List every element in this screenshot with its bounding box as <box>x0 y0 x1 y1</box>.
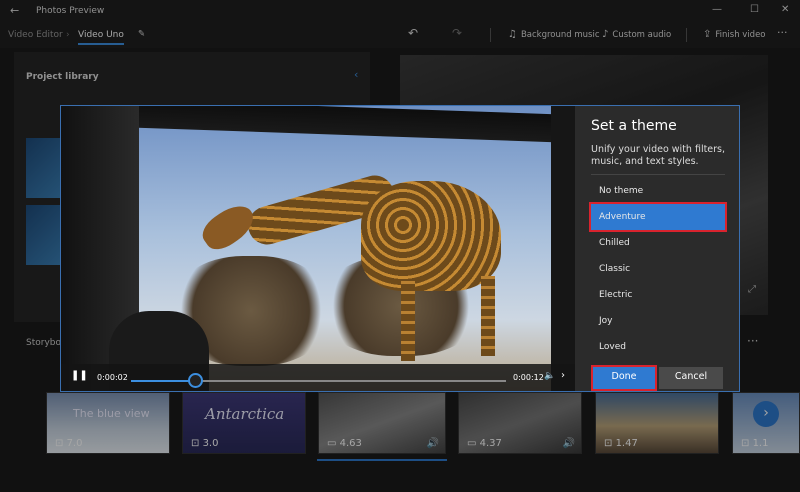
giraffe-image <box>401 281 415 361</box>
volume-icon[interactable]: 🔈 <box>544 371 555 381</box>
giraffe-image <box>361 181 501 291</box>
seek-handle[interactable] <box>187 373 203 388</box>
theme-option[interactable]: No theme <box>591 178 725 204</box>
current-time: 0:00:02 <box>97 373 128 382</box>
done-button[interactable]: Done <box>591 365 657 391</box>
chevron-right-icon[interactable]: › <box>561 370 565 381</box>
theme-panel: Set a theme Unify your video with filter… <box>577 106 739 391</box>
playback-controls: ❚❚ 0:00:02 0:00:12 🔈 › <box>61 364 575 391</box>
cancel-button[interactable]: Cancel <box>659 367 723 389</box>
pause-icon[interactable]: ❚❚ <box>71 370 88 381</box>
divider <box>591 174 725 175</box>
theme-option[interactable]: Chilled <box>591 230 725 256</box>
theme-video-preview: ❚❚ 0:00:02 0:00:12 🔈 › <box>61 106 575 391</box>
giraffe-image <box>481 276 495 356</box>
total-time: 0:00:12 <box>513 373 544 382</box>
theme-option[interactable]: Electric <box>591 282 725 308</box>
theme-option[interactable]: Loved <box>591 334 725 360</box>
dialog-title: Set a theme <box>591 118 677 134</box>
theme-option[interactable]: Classic <box>591 256 725 282</box>
set-theme-dialog: ❚❚ 0:00:02 0:00:12 🔈 › Set a theme Unify… <box>60 105 740 392</box>
dialog-description: Unify your video with filters, music, an… <box>591 144 726 167</box>
theme-option[interactable]: Adventure <box>589 202 727 232</box>
vehicle-frame <box>551 106 575 391</box>
seek-progress <box>131 380 195 382</box>
theme-option[interactable]: Joy <box>591 308 725 334</box>
